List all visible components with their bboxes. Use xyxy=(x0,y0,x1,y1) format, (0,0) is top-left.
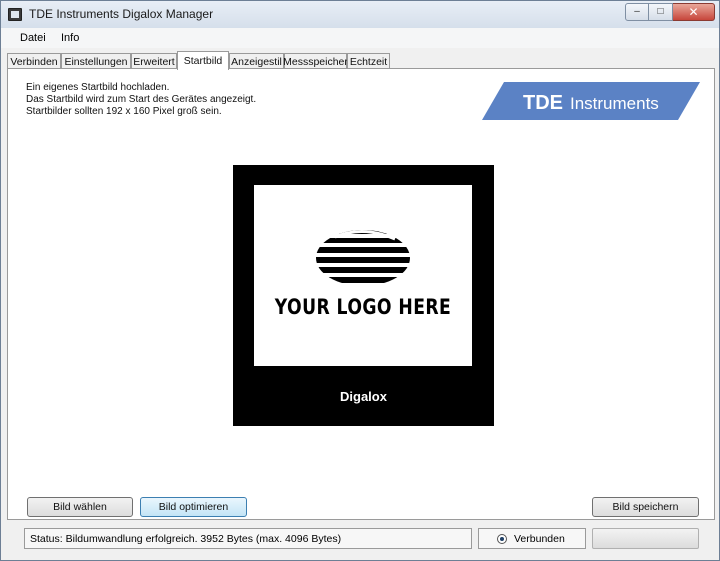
title-bar: TDE Instruments Digalox Manager – □ ✕ xyxy=(1,1,719,28)
window-title: TDE Instruments Digalox Manager xyxy=(29,7,214,21)
tab-verbinden[interactable]: Verbinden xyxy=(7,53,61,69)
connected-radio[interactable] xyxy=(497,534,507,544)
menu-info[interactable]: Info xyxy=(61,32,79,44)
tab-startbild[interactable]: Startbild xyxy=(177,51,229,70)
optimize-image-button[interactable]: Bild optimieren xyxy=(140,497,247,517)
tde-instruments-logo: TDE Instruments xyxy=(482,82,700,120)
progress-bar xyxy=(592,528,699,549)
tab-echtzeit[interactable]: Echtzeit xyxy=(347,53,390,69)
connection-label: Verbunden xyxy=(514,533,565,545)
status-text: Status: Bildumwandlung erfolgreich. 3952… xyxy=(24,528,472,549)
device-name: Digalox xyxy=(340,389,387,404)
tab-einstellungen[interactable]: Einstellungen xyxy=(61,53,131,69)
startbild-panel: Ein eigenes Startbild hochladen. Das Sta… xyxy=(7,68,715,520)
logo-placeholder-text: YOUR LOGO HERE xyxy=(274,295,452,319)
description-line: Das Startbild wird zum Start des Gerätes… xyxy=(26,94,257,105)
description-line: Ein eigenes Startbild hochladen. xyxy=(26,82,170,93)
connection-indicator: Verbunden xyxy=(478,528,586,549)
startbild-preview: YOUR LOGO HERE Digalox xyxy=(233,165,494,426)
tab-erweitert[interactable]: Erweitert xyxy=(131,53,177,69)
tab-anzeigestil[interactable]: Anzeigestil xyxy=(229,53,284,69)
maximize-button[interactable]: □ xyxy=(649,3,673,21)
logo-text-bold: TDE xyxy=(523,92,563,114)
tab-messspeicher[interactable]: Messspeicher xyxy=(283,53,348,69)
save-image-button[interactable]: Bild speichern xyxy=(592,497,699,517)
description: Ein eigenes Startbild hochladen. Das Sta… xyxy=(26,82,256,118)
logo-text-rest: Instruments xyxy=(570,94,659,113)
menu-bar: Datei Info xyxy=(1,28,719,48)
menu-datei[interactable]: Datei xyxy=(20,32,46,44)
app-icon xyxy=(8,8,22,21)
choose-image-button[interactable]: Bild wählen xyxy=(27,497,133,517)
minimize-button[interactable]: – xyxy=(625,3,649,21)
close-button[interactable]: ✕ xyxy=(673,3,715,21)
preview-image-area: YOUR LOGO HERE xyxy=(254,185,472,366)
globe-logo-icon xyxy=(316,230,410,283)
description-line: Startbilder sollten 192 x 160 Pixel groß… xyxy=(26,106,222,117)
app-window: TDE Instruments Digalox Manager – □ ✕ Da… xyxy=(0,0,720,561)
